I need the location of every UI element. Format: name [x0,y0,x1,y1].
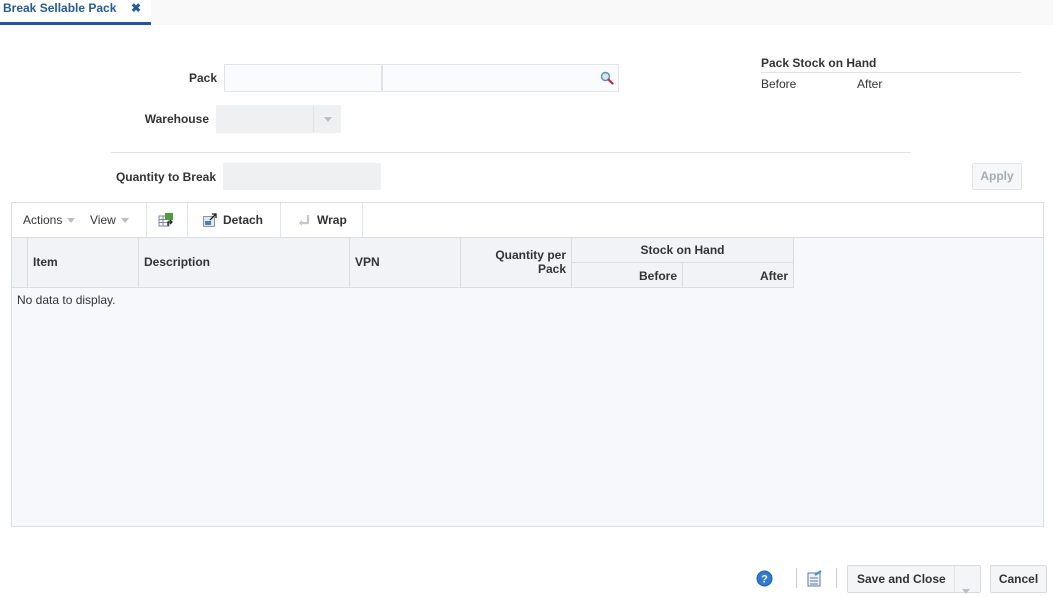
tab-label: Break Sellable Pack [3,1,117,15]
empty-table-message: No data to display. [17,293,116,307]
pack-description-field[interactable] [382,64,619,92]
view-label: View [90,213,116,227]
column-group-stock-on-hand: Stock on Hand [572,238,794,263]
apply-button[interactable]: Apply [972,163,1022,190]
pack-stock-title: Pack Stock on Hand [761,56,877,70]
column-header-soh-after[interactable]: After [683,263,794,288]
table-panel: Actions View Detach Wrap Item Descriptio… [11,202,1044,527]
divider [111,152,911,153]
actions-menu[interactable]: Actions [23,213,76,227]
detach-button[interactable]: Detach [202,212,263,228]
column-header-item[interactable]: Item [28,238,139,288]
pack-input[interactable] [224,64,382,92]
warehouse-select[interactable] [216,105,341,133]
wrap-label: Wrap [317,213,347,227]
chevron-down-icon [962,589,970,594]
chevron-down-icon [323,116,332,122]
divider [146,203,147,238]
chevron-down-icon [67,217,76,223]
wrap-button[interactable]: Wrap [296,212,347,228]
warehouse-dropdown-button[interactable] [313,106,341,132]
tab-bar: Break Sellable Pack ✖ [0,0,1053,25]
svg-text:?: ? [761,574,768,586]
wrap-icon [299,215,310,226]
export-to-excel-button[interactable] [158,212,174,228]
detach-icon [203,213,217,227]
divider [761,72,1021,73]
column-header-vpn[interactable]: VPN [350,238,461,288]
detach-label: Detach [223,213,264,227]
column-header-soh-before[interactable]: Before [572,263,683,288]
column-header-description[interactable]: Description [139,238,350,288]
save-and-close-label: Save and Close [857,572,946,586]
row-selector-header [12,238,28,288]
cancel-button[interactable]: Cancel [990,565,1047,593]
quantity-input[interactable] [223,163,381,190]
close-icon[interactable]: ✖ [131,1,141,15]
quantity-label: Quantity to Break [115,170,216,184]
export-to-excel-icon [158,213,173,227]
notes-icon[interactable] [806,570,823,587]
help-icon[interactable]: ? [756,570,773,587]
column-header-quantity-per-pack[interactable]: Quantity per Pack [461,238,572,288]
divider [836,568,837,588]
tab-break-sellable-pack[interactable]: Break Sellable Pack ✖ [0,0,151,25]
chevron-down-icon [120,217,129,223]
pack-stock-after-label: After [857,77,883,91]
pack-stock-before-label: Before [761,77,797,91]
pack-label: Pack [188,71,217,85]
table-toolbar: Actions View Detach Wrap [12,203,1043,238]
divider [187,203,188,238]
warehouse-label: Warehouse [144,112,209,126]
divider [280,203,281,238]
view-menu[interactable]: View [90,213,129,227]
divider [796,568,797,588]
actions-label: Actions [23,213,63,227]
divider [362,203,363,238]
search-icon[interactable] [600,71,614,85]
divider [954,566,955,592]
save-options-dropdown[interactable] [962,577,970,596]
save-and-close-button[interactable]: Save and Close [847,565,981,596]
